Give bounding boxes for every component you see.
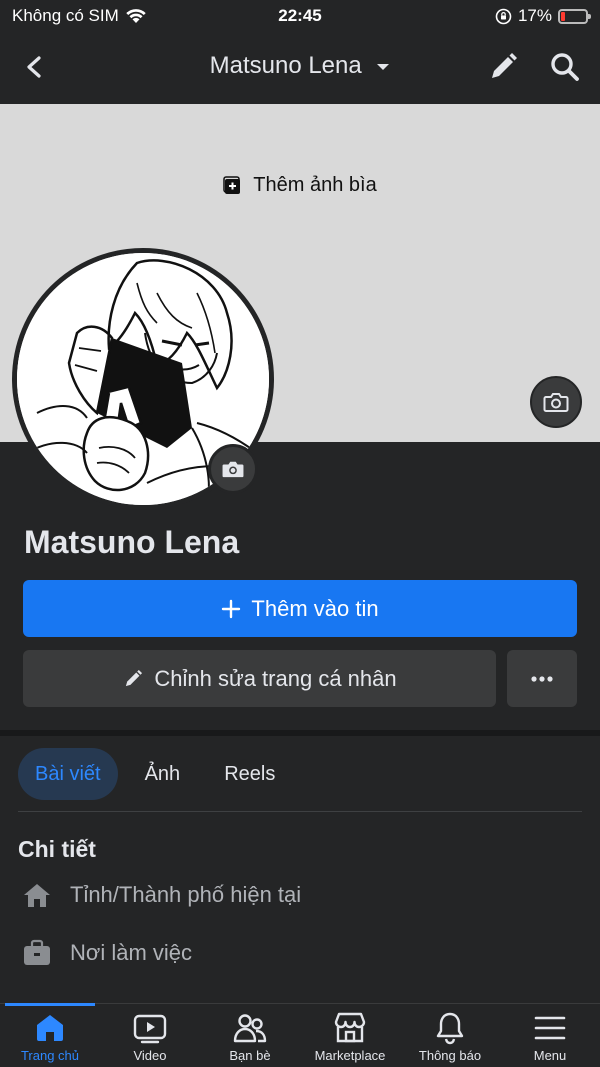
nav-friends-label: Bạn bè <box>229 1048 271 1063</box>
details-title: Chi tiết <box>18 836 96 862</box>
nav-marketplace-label: Marketplace <box>314 1048 386 1063</box>
pencil-icon <box>126 669 143 686</box>
detail-workplace[interactable]: Nơi làm việc <box>22 938 192 968</box>
edit-profile-button[interactable]: Chỉnh sửa trang cá nhân <box>23 650 496 707</box>
camera-icon <box>543 393 569 412</box>
add-to-story-label: Thêm vào tin <box>251 595 379 621</box>
status-bar: Không có SIM 22:45 17% <box>0 0 600 32</box>
add-to-story-button[interactable]: Thêm vào tin <box>23 580 577 637</box>
video-icon <box>133 1014 167 1044</box>
bottom-nav: Trang chủ Video Bạn bè Marketplace Thông… <box>0 1003 600 1067</box>
active-tab-indicator <box>5 1003 95 1006</box>
detail-current-city[interactable]: Tỉnh/Thành phố hiện tại <box>22 880 301 910</box>
search-button[interactable] <box>548 50 582 84</box>
edit-button[interactable] <box>486 50 520 84</box>
section-divider <box>0 730 600 736</box>
battery-level <box>561 11 565 21</box>
status-right: 17% <box>495 6 591 26</box>
nav-notifications[interactable]: Thông báo <box>400 1010 500 1063</box>
tab-reels[interactable]: Reels <box>207 748 292 800</box>
more-dots-icon <box>531 675 553 682</box>
pencil-icon <box>492 53 517 78</box>
detail-current-city-label: Tỉnh/Thành phố hiện tại <box>70 882 302 907</box>
tab-posts[interactable]: Bài viết <box>18 748 118 800</box>
battery-icon <box>558 8 591 24</box>
nav-friends[interactable]: Bạn bè <box>200 1010 300 1063</box>
nav-menu-label: Menu <box>533 1048 567 1063</box>
page-title: Matsuno Lena <box>209 52 362 79</box>
tab-photos[interactable]: Ảnh <box>128 748 198 800</box>
nav-marketplace[interactable]: Marketplace <box>300 1010 400 1063</box>
nav-home-label: Trang chủ <box>20 1048 80 1063</box>
add-cover-label: Thêm ảnh bìa <box>253 174 377 196</box>
avatar-camera-button[interactable] <box>208 444 258 494</box>
detail-workplace-label: Nơi làm việc <box>70 940 192 965</box>
nav-notifications-label: Thông báo <box>418 1048 482 1063</box>
tabs-divider <box>18 811 582 812</box>
caret-down-icon <box>377 63 390 70</box>
home-icon <box>24 884 50 907</box>
marketplace-icon <box>334 1012 366 1043</box>
bell-icon <box>436 1012 464 1045</box>
briefcase-icon <box>24 939 50 965</box>
home-icon <box>37 1015 63 1041</box>
search-icon <box>551 53 579 81</box>
friends-icon <box>233 1014 267 1043</box>
top-nav: Matsuno Lena <box>0 32 600 104</box>
camera-icon <box>222 461 244 478</box>
add-photo-icon <box>223 175 241 194</box>
profile-tabs: Bài viết Ảnh Reels <box>18 748 292 800</box>
menu-icon <box>534 1016 566 1040</box>
profile-name: Matsuno Lena <box>24 524 240 560</box>
more-options-button[interactable] <box>507 650 577 707</box>
nav-video[interactable]: Video <box>100 1010 200 1063</box>
edit-profile-label: Chỉnh sửa trang cá nhân <box>154 665 397 691</box>
cover-camera-button[interactable] <box>530 376 582 428</box>
plus-icon <box>222 599 241 618</box>
nav-home[interactable]: Trang chủ <box>0 1010 100 1063</box>
nav-video-label: Video <box>133 1048 167 1063</box>
nav-menu[interactable]: Menu <box>500 1010 600 1063</box>
add-cover-button[interactable]: Thêm ảnh bìa <box>0 174 600 197</box>
battery-percent: 17% <box>517 6 552 25</box>
orientation-lock-icon <box>495 8 512 24</box>
